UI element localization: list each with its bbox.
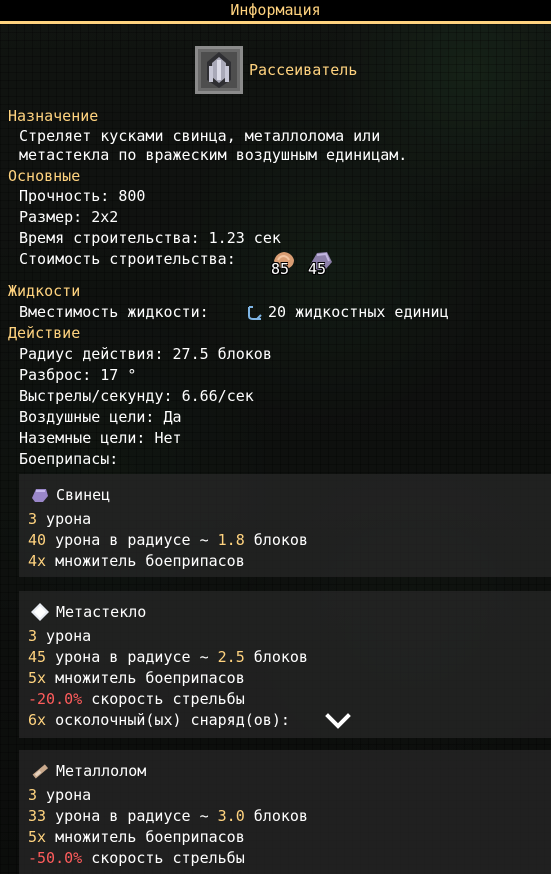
splash-text: урона в радиусе ~ [46,648,218,666]
ammo-multiplier: 5x множитель боеприпасов [28,827,245,847]
purpose-line-1: Стреляет кусками свинца, металлолома или [19,127,381,145]
liquid-capacity-stat: Вместимость жидкости: [19,302,209,322]
ammo-damage: 3 урона [28,509,91,529]
inaccuracy-stat: Разброс: 17 ° [19,365,136,385]
multiplier-text: множитель боеприпасов [46,669,245,687]
ammo-name: Металлолом [56,762,147,780]
size-value: 2x2 [91,208,119,226]
ammo-damage: 3 урона [28,785,91,805]
chevron-down-icon[interactable] [324,710,352,732]
health-label: Прочность: [19,187,119,205]
damage-value: 3 [28,786,38,804]
splash-value: 33 [28,807,47,825]
fire-rate-value: -20.0% [28,690,83,708]
ammo-name: Метастекло [56,603,147,621]
fragments-value: 6x [28,711,47,729]
splash-radius: 1.8 [217,531,245,549]
ammo-damage: 3 урона [28,626,91,646]
ammo-fragments: 6x осколочный(ых) снаряд(ов): [28,710,290,730]
multiplier-value: 4x [28,552,47,570]
build-time-value: 1.23 сек [208,229,281,247]
air-targets-label: Воздушные цели: [19,408,164,426]
liquid-capacity-value: 20 жидкостных единиц [268,303,449,321]
lead-icon [32,489,48,502]
damage-text: урона [37,786,92,804]
liquids-header: Жидкости [8,282,81,300]
fire-rate-value: -50.0% [28,849,83,867]
multiplier-text: множитель боеприпасов [46,552,245,570]
liquid-icon [248,306,262,320]
splash-radius: 2.5 [217,648,245,666]
ammo-multiplier: 5x множитель боеприпасов [28,668,245,688]
ammo-name: Свинец [56,486,111,504]
ammo-fire-rate: -20.0% скорость стрельбы [28,689,245,709]
ammo-splash: 33 урона в радиусе ~ 3.0 блоков [28,806,308,826]
health-value: 800 [118,187,146,205]
scrap-icon [32,764,49,779]
general-header: Основные [8,167,81,185]
metaglass-icon [31,603,49,621]
range-stat: Радиус действия: 27.5 блоков [19,344,272,364]
scatter-turret-icon [195,46,243,94]
ground-targets-label: Наземные цели: [19,429,155,447]
ammo-splash: 45 урона в радиусе ~ 2.5 блоков [28,647,308,667]
reload-value: 6.66/сек [181,387,254,405]
splash-unit: блоков [244,531,308,549]
action-header: Действие [8,324,81,342]
damage-value: 3 [28,627,38,645]
ammo-splash: 40 урона в радиусе ~ 1.8 блоков [28,530,308,550]
splash-radius: 3.0 [217,807,245,825]
ammo-fire-rate: -50.0% скорость стрельбы [28,848,245,868]
splash-text: урона в радиусе ~ [46,531,218,549]
multiplier-text: множитель боеприпасов [46,828,245,846]
block-name: Рассеиватель [249,61,358,79]
purpose-header: Назначение [8,107,99,125]
cost-copper-amount: 85 [271,260,290,278]
air-targets-stat: Воздушные цели: Да [19,407,182,427]
size-stat: Размер: 2x2 [19,207,118,227]
splash-unit: блоков [244,648,308,666]
size-label: Размер: [19,208,92,226]
cost-lead-amount: 45 [308,260,327,278]
air-targets-value: Да [163,408,182,426]
multiplier-value: 5x [28,828,47,846]
purpose-line-2: метастекла по вражеским воздушным единиц… [19,146,408,164]
build-time-stat: Время строительства: 1.23 сек [19,228,281,248]
ammo-label: Боеприпасы: [19,450,119,468]
inaccuracy-value: 17 ° [100,366,137,384]
ground-targets-stat: Наземные цели: Нет [19,428,182,448]
health-stat: Прочность: 800 [19,186,145,206]
ammo-multiplier: 4x множитель боеприпасов [28,551,245,571]
splash-unit: блоков [244,807,308,825]
dialog-title: Информация [230,1,321,19]
fire-rate-text: скорость стрельбы [82,849,245,867]
reload-stat: Выстрелы/секунду: 6.66/сек [19,386,254,406]
build-cost-label: Стоимость строительства: [19,250,236,268]
ground-targets-value: Нет [154,429,182,447]
splash-value: 40 [28,531,47,549]
dialog-title-bar: Информация [0,0,551,24]
fragments-text: осколочный(ых) снаряд(ов): [46,711,290,729]
liquid-capacity-label: Вместимость жидкости: [19,303,209,321]
fire-rate-text: скорость стрельбы [82,690,245,708]
range-value: 27.5 блоков [172,345,272,363]
damage-text: урона [37,510,92,528]
build-time-label: Время строительства: [19,229,209,247]
range-label: Радиус действия: [19,345,173,363]
reload-label: Выстрелы/секунду: [19,387,182,405]
damage-value: 3 [28,510,38,528]
inaccuracy-label: Разброс: [19,366,101,384]
splash-text: урона в радиусе ~ [46,807,218,825]
damage-text: урона [37,627,92,645]
splash-value: 45 [28,648,47,666]
multiplier-value: 5x [28,669,47,687]
